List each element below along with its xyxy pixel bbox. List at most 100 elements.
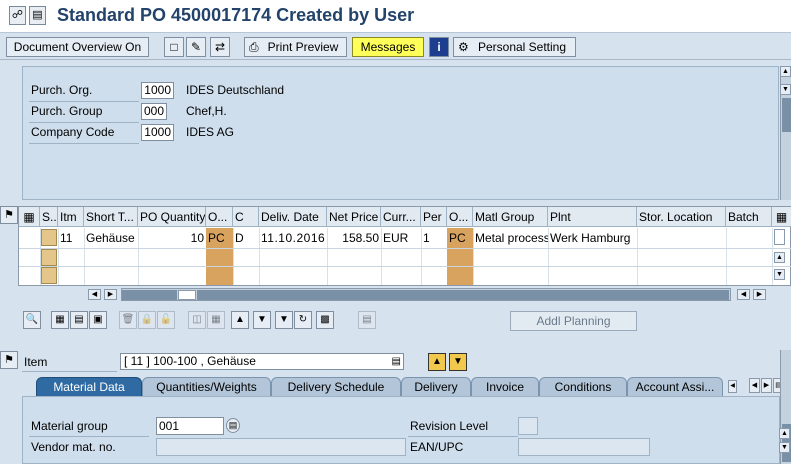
col-header-currency[interactable]: Curr... [381,207,421,227]
row-selector[interactable] [41,229,57,246]
cell-short-text[interactable]: Gehäuse [86,228,135,248]
grid-horizontal-scrollbar[interactable] [121,288,731,301]
scroll-down-icon[interactable]: ▼ [779,442,790,453]
select-all-rows-icon[interactable]: ▦ [51,311,69,329]
cell-category[interactable]: D [235,228,244,248]
collapse-item-detail-icon[interactable]: ⚑ [0,351,18,369]
tab-next-icon[interactable]: ▶ [761,378,772,393]
refresh-icon[interactable]: ↻ [294,311,312,329]
sort-ascending-icon[interactable]: ▲ [231,311,249,329]
col-header-plant[interactable]: Plnt [548,207,637,227]
cell-order-price-unit[interactable]: PC [449,228,466,248]
cell-per[interactable]: 1 [423,228,430,248]
col-header-item[interactable]: Itm [58,207,84,227]
header-scrollbar[interactable]: ▲ ▼ [780,66,791,200]
display-change-icon[interactable]: ✎ [186,37,206,57]
application-toolbar: Document Overview On □ ✎ ⇄ ⎙ Print Previ… [0,33,791,60]
scroll-left-icon[interactable]: ◀ [737,289,750,300]
col-header-po-quantity[interactable]: PO Quantity [138,207,206,227]
revision-level-field[interactable] [518,417,538,435]
col-header-order-price-unit[interactable]: O... [447,207,473,227]
material-group-field[interactable]: 001 [156,417,224,435]
filter-icon[interactable]: ▼ [275,311,293,329]
details-icon[interactable]: 🔍 [23,311,41,329]
previous-item-icon[interactable]: ▲ [428,353,446,371]
next-item-icon[interactable]: ▼ [449,353,467,371]
personal-setting-icon: ⚙ [458,40,469,54]
personal-setting-button[interactable]: ⚙ Personal Setting [453,37,576,57]
col-header-matl-group[interactable]: Matl Group [473,207,548,227]
search-help-icon[interactable]: ▤ [226,418,240,433]
print-preview-button[interactable]: ⎙ Print Preview [244,37,347,57]
cell-order-unit[interactable]: PC [208,228,225,248]
grid-scroll-up-icon[interactable]: ▲ [774,252,785,263]
scroll-thumb[interactable] [178,290,196,300]
purch-group-field[interactable]: 000 [141,103,167,120]
cell-item[interactable]: 11 [60,228,72,248]
tab-conditions[interactable]: Conditions [539,377,627,396]
cell-po-quantity[interactable]: 10 [140,228,204,248]
info-icon[interactable]: i [429,37,449,57]
ean-upc-field[interactable] [518,438,650,456]
collapse-items-icon[interactable]: ⚑ [0,206,18,224]
col-header-stor-location[interactable]: Stor. Location [637,207,726,227]
col-header-category[interactable]: C [233,207,259,227]
purch-org-field[interactable]: 1000 [141,82,174,99]
tab-invoice[interactable]: Invoice [471,377,539,396]
scroll-left-icon[interactable]: ◀ [88,289,101,300]
scroll-down-icon[interactable]: ▼ [780,84,791,95]
copy-block-icon[interactable]: ▦ [207,311,225,329]
col-header-order-unit[interactable]: O... [206,207,233,227]
col-header-per[interactable]: Per [421,207,447,227]
purch-org-text: IDES Deutschland [186,83,285,97]
export-icon[interactable]: ▩ [316,311,334,329]
col-header-net-price[interactable]: Net Price [327,207,381,227]
tab-first-icon[interactable]: ◀ [728,380,737,393]
scroll-up-icon[interactable]: ▲ [780,66,791,77]
new-document-icon[interactable]: □ [164,37,184,57]
scroll-right-icon[interactable]: ▶ [104,289,117,300]
grid-scroll-down-icon[interactable]: ▼ [774,269,785,280]
scroll-right-icon[interactable]: ▶ [753,289,766,300]
grid-scroll-up-icon[interactable] [774,229,785,245]
lock-icon[interactable]: 🔒 [138,311,156,329]
cell-matl-group[interactable]: Metal processi [475,228,548,248]
tab-delivery[interactable]: Delivery [401,377,471,396]
other-po-icon[interactable]: ☍ [9,6,26,25]
col-header-short-text[interactable]: Short T... [84,207,138,227]
vendor-mat-field[interactable] [156,438,406,456]
column-settings-icon[interactable]: ▦ [772,207,791,227]
cell-currency[interactable]: EUR [383,228,408,248]
item-select[interactable]: [ 11 ] 100-100 , Gehäuse ▤ [120,353,404,370]
select-block-icon[interactable]: ▣ [89,311,107,329]
unlock-icon[interactable]: 🔓 [157,311,175,329]
sort-descending-icon[interactable]: ▼ [253,311,271,329]
messages-button[interactable]: Messages [352,37,424,57]
scroll-thumb[interactable] [782,98,791,132]
tab-previous-icon[interactable]: ◀ [749,378,760,393]
document-icon[interactable]: ▤ [29,6,46,25]
cell-plant[interactable]: Werk Hamburg [550,228,630,248]
layout-icon[interactable]: ▤ [358,311,376,329]
other-document-icon[interactable]: ⇄ [210,37,230,57]
deselect-all-rows-icon[interactable]: ▤ [70,311,88,329]
select-all-icon[interactable]: ▦ [19,207,40,227]
addl-planning-button[interactable]: Addl Planning [510,311,637,331]
tab-material-data[interactable]: Material Data [36,377,142,396]
row-selector[interactable] [41,267,57,284]
tab-quantities-weights[interactable]: Quantities/Weights [142,377,271,396]
delete-icon[interactable]: 🗑 [119,311,137,329]
copy-icon[interactable]: ◫ [188,311,206,329]
row-selector[interactable] [41,249,57,266]
document-overview-button[interactable]: Document Overview On [6,37,149,57]
company-code-field[interactable]: 1000 [141,124,174,141]
col-header-batch[interactable]: Batch [726,207,772,227]
col-header-status[interactable]: S.. [40,207,58,227]
tab-account-assignment[interactable]: Account Assi... [627,377,723,396]
col-header-deliv-date[interactable]: Deliv. Date [259,207,327,227]
dropdown-icon[interactable]: ▤ [392,354,401,369]
cell-net-price[interactable]: 158.50 [329,228,379,248]
scroll-up-icon[interactable]: ▲ [779,428,790,439]
cell-deliv-date[interactable]: 11.10.2016 [261,228,326,248]
tab-delivery-schedule[interactable]: Delivery Schedule [271,377,401,396]
